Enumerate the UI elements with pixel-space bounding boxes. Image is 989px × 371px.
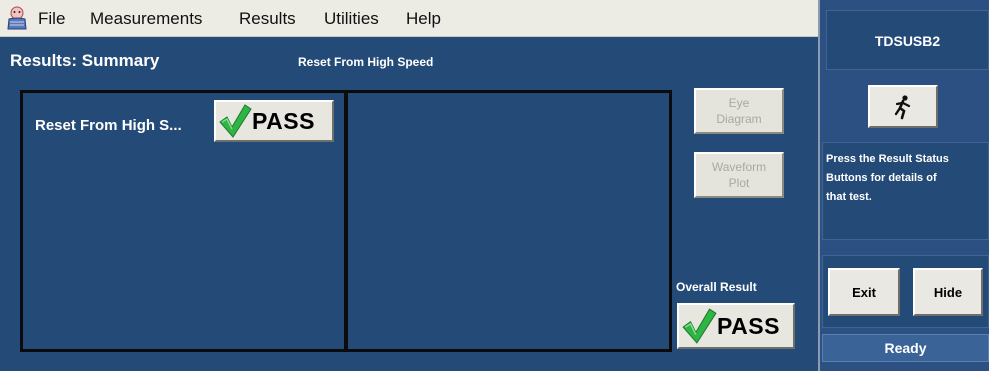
application-window: File Measurements Results Utilities Help…: [0, 0, 989, 371]
test-name-subtitle: Reset From High Speed: [298, 55, 434, 69]
running-man-icon: [894, 94, 911, 119]
status-bar: Ready: [822, 334, 989, 362]
eye-diagram-button[interactable]: Eye Diagram: [694, 88, 784, 134]
test-result-pass-button[interactable]: PASS: [214, 100, 334, 142]
menu-file[interactable]: File: [38, 9, 65, 29]
app-logo-icon[interactable]: [4, 5, 30, 31]
menu-bar: File Measurements Results Utilities Help: [0, 0, 818, 37]
test-result-label: Reset From High S...: [35, 117, 182, 134]
hide-button[interactable]: Hide: [913, 268, 983, 316]
eye-diagram-label-line2: Diagram: [716, 112, 762, 126]
control-panel: TDSUSB2 Press the Result Status Buttons …: [820, 0, 989, 371]
waveform-plot-label-line2: Plot: [728, 176, 750, 190]
green-check-icon: [219, 104, 252, 138]
green-check-icon: [682, 308, 717, 344]
menu-help[interactable]: Help: [406, 9, 441, 29]
overall-result-label: Overall Result: [676, 280, 757, 294]
device-name: TDSUSB2: [826, 10, 989, 70]
action-button-group: Exit Hide: [822, 255, 989, 328]
waveform-plot-label-line1: Waveform: [711, 160, 767, 174]
waveform-plot-button[interactable]: Waveform Plot: [694, 152, 784, 198]
help-message: Press the Result Status Buttons for deta…: [822, 142, 989, 240]
menu-results[interactable]: Results: [239, 9, 296, 29]
eye-diagram-label-line1: Eye: [728, 96, 750, 110]
page-title: Results: Summary: [10, 51, 160, 70]
results-pane-right: [345, 90, 672, 352]
overall-result-status: PASS: [717, 312, 780, 339]
overall-result-pass-button[interactable]: PASS: [677, 303, 795, 349]
run-test-button[interactable]: [868, 85, 938, 128]
test-result-status: PASS: [252, 107, 315, 134]
menu-utilities[interactable]: Utilities: [324, 9, 379, 29]
exit-button[interactable]: Exit: [828, 268, 900, 316]
menu-measurements[interactable]: Measurements: [90, 9, 202, 29]
